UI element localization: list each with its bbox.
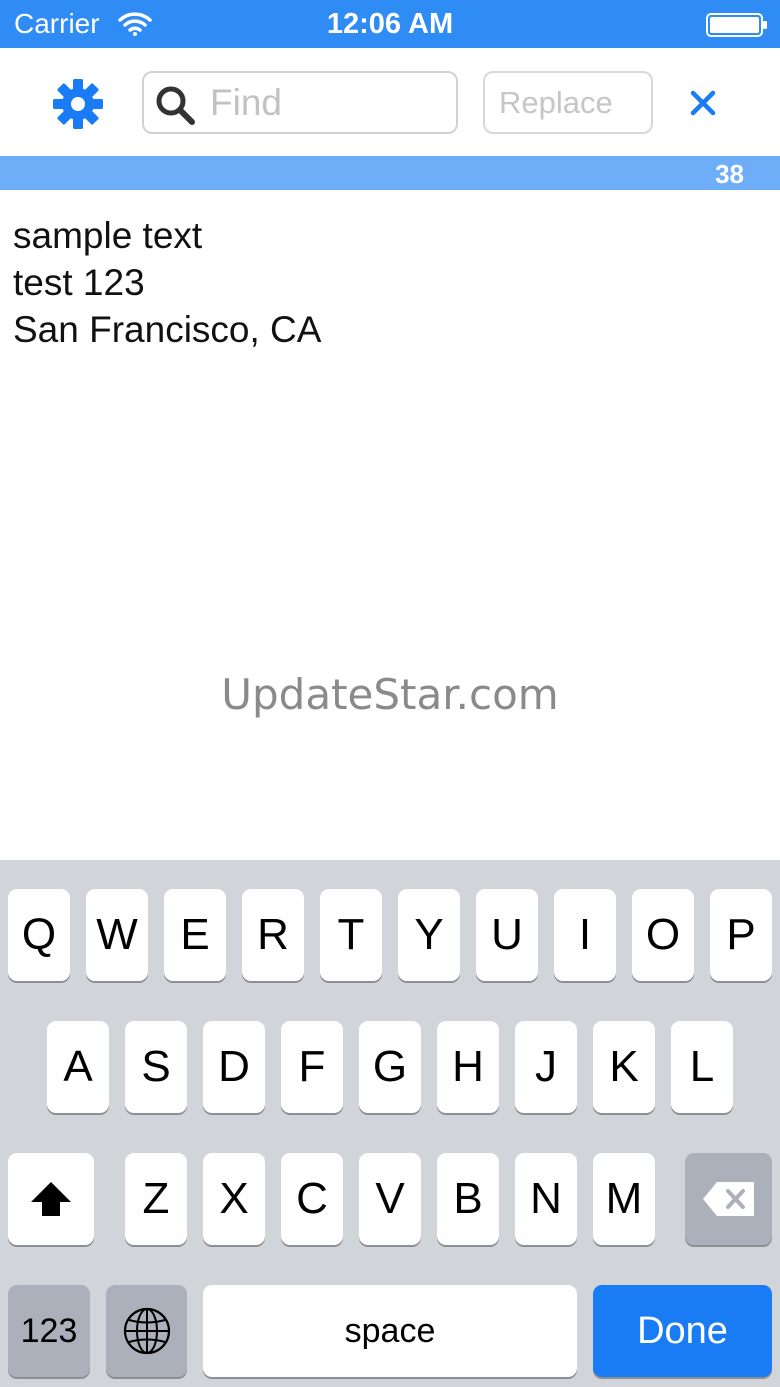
key-i[interactable]: I [554,889,616,981]
key-y[interactable]: Y [398,889,460,981]
gear-icon[interactable] [52,78,104,130]
globe-icon [123,1307,170,1355]
key-c[interactable]: C [281,1153,343,1245]
watermark: UpdateStar.com [221,670,559,719]
backspace-icon [702,1182,754,1216]
search-icon [156,86,195,125]
globe-key[interactable] [106,1285,187,1377]
match-count: 38 [715,159,744,189]
editor-line: test 123 [13,262,145,303]
key-x[interactable]: X [203,1153,265,1245]
status-time: 12:06 AM [326,8,454,40]
key-t[interactable]: T [320,889,382,981]
key-h[interactable]: H [437,1021,499,1113]
key-k[interactable]: K [593,1021,655,1113]
done-key[interactable]: Done [593,1285,772,1377]
key-p[interactable]: P [710,889,772,981]
find-field[interactable] [142,71,458,134]
key-f[interactable]: F [281,1021,343,1113]
replace-input[interactable] [499,81,639,125]
editor-line: San Francisco, CA [13,309,322,350]
numbers-key[interactable]: 123 [8,1285,90,1377]
key-a[interactable]: A [47,1021,109,1113]
key-o[interactable]: O [632,889,694,981]
editor-line: sample text [13,215,203,256]
close-icon[interactable] [688,88,718,118]
key-r[interactable]: R [242,889,304,981]
key-l[interactable]: L [671,1021,733,1113]
key-w[interactable]: W [86,889,148,981]
key-z[interactable]: Z [125,1153,187,1245]
shift-key[interactable] [8,1153,94,1245]
key-d[interactable]: D [203,1021,265,1113]
text-editor[interactable]: sample text test 123 San Francisco, CA [13,212,763,353]
replace-field[interactable] [483,71,653,134]
find-replace-toolbar [0,48,780,156]
status-bar: Carrier 12:06 AM [0,0,780,48]
match-count-bar: 38 [0,156,780,190]
key-e[interactable]: E [164,889,226,981]
find-input[interactable] [210,79,450,127]
key-m[interactable]: M [593,1153,655,1245]
backspace-key[interactable] [685,1153,772,1245]
key-b[interactable]: B [437,1153,499,1245]
key-v[interactable]: V [359,1153,421,1245]
key-g[interactable]: G [359,1021,421,1113]
key-s[interactable]: S [125,1021,187,1113]
keyboard: Q W E R T Y U I O P A S D F G H J K L Z … [0,860,780,1387]
shift-icon [31,1182,71,1216]
key-u[interactable]: U [476,889,538,981]
key-n[interactable]: N [515,1153,577,1245]
key-q[interactable]: Q [8,889,70,981]
battery-icon [706,13,767,37]
key-j[interactable]: J [515,1021,577,1113]
space-key[interactable]: space [203,1285,577,1377]
